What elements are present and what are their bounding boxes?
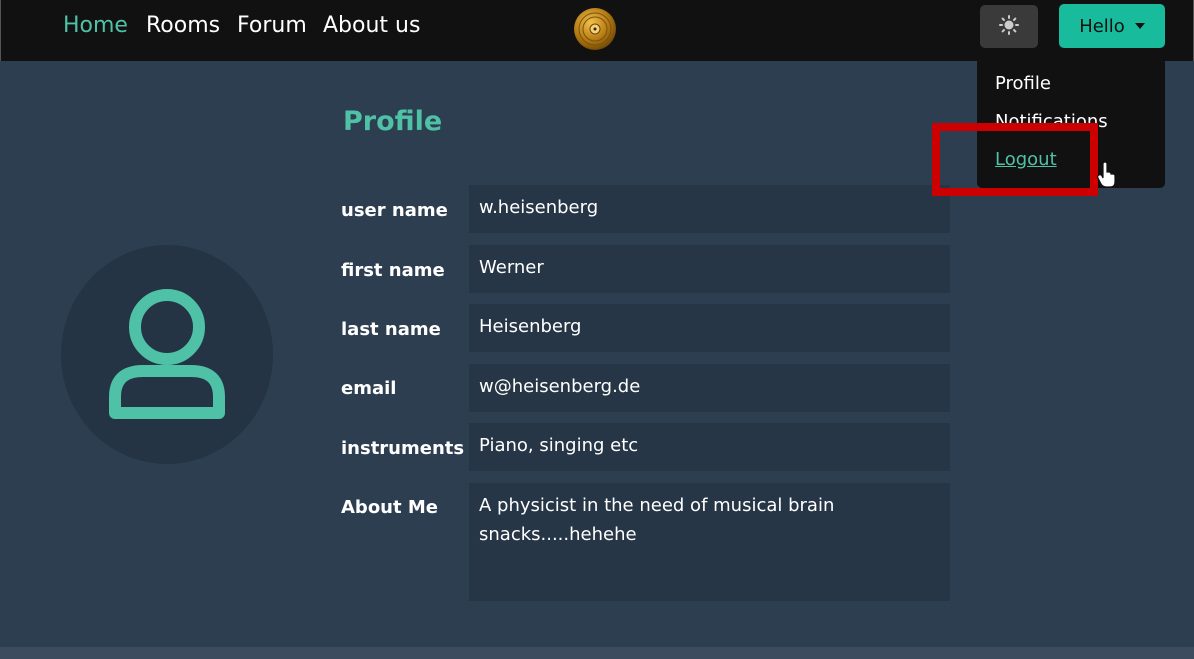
instruments-field[interactable]: Piano, singing etc xyxy=(469,423,950,471)
nav-rooms-link[interactable]: Rooms xyxy=(146,13,220,38)
navbar: Home Rooms Forum About us Hello xyxy=(0,0,1194,61)
last-name-field[interactable]: Heisenberg xyxy=(469,304,950,352)
last-name-label: last name xyxy=(341,319,441,340)
instruments-label: instruments xyxy=(341,438,465,459)
email-field[interactable]: w@heisenberg.de xyxy=(469,364,950,412)
first-name-field[interactable]: Werner xyxy=(469,245,950,293)
highlight-annotation xyxy=(932,123,1098,196)
first-name-label: first name xyxy=(341,260,445,281)
vinyl-record-icon[interactable] xyxy=(573,7,617,51)
dropdown-item-profile[interactable]: Profile xyxy=(995,73,1051,94)
nav-home-link[interactable]: Home xyxy=(63,13,128,38)
nav-about-link[interactable]: About us xyxy=(323,13,420,38)
user-icon xyxy=(105,285,229,425)
email-label: email xyxy=(341,378,397,399)
about-me-label: About Me xyxy=(341,497,438,518)
nav-forum-link[interactable]: Forum xyxy=(237,13,307,38)
user-menu-label: Hello xyxy=(1079,15,1125,37)
hand-cursor-icon xyxy=(1097,161,1117,188)
caret-down-icon xyxy=(1134,23,1145,29)
page-title: Profile xyxy=(343,106,443,137)
user-menu-button[interactable]: Hello xyxy=(1059,4,1165,48)
page-bottom-bar xyxy=(0,647,1194,659)
username-field[interactable]: w.heisenberg xyxy=(469,185,950,233)
about-me-field[interactable]: A physicist in the need of musical brain… xyxy=(469,483,950,601)
sun-icon xyxy=(999,14,1019,39)
theme-toggle-button[interactable] xyxy=(980,5,1038,48)
username-label: user name xyxy=(341,200,448,221)
